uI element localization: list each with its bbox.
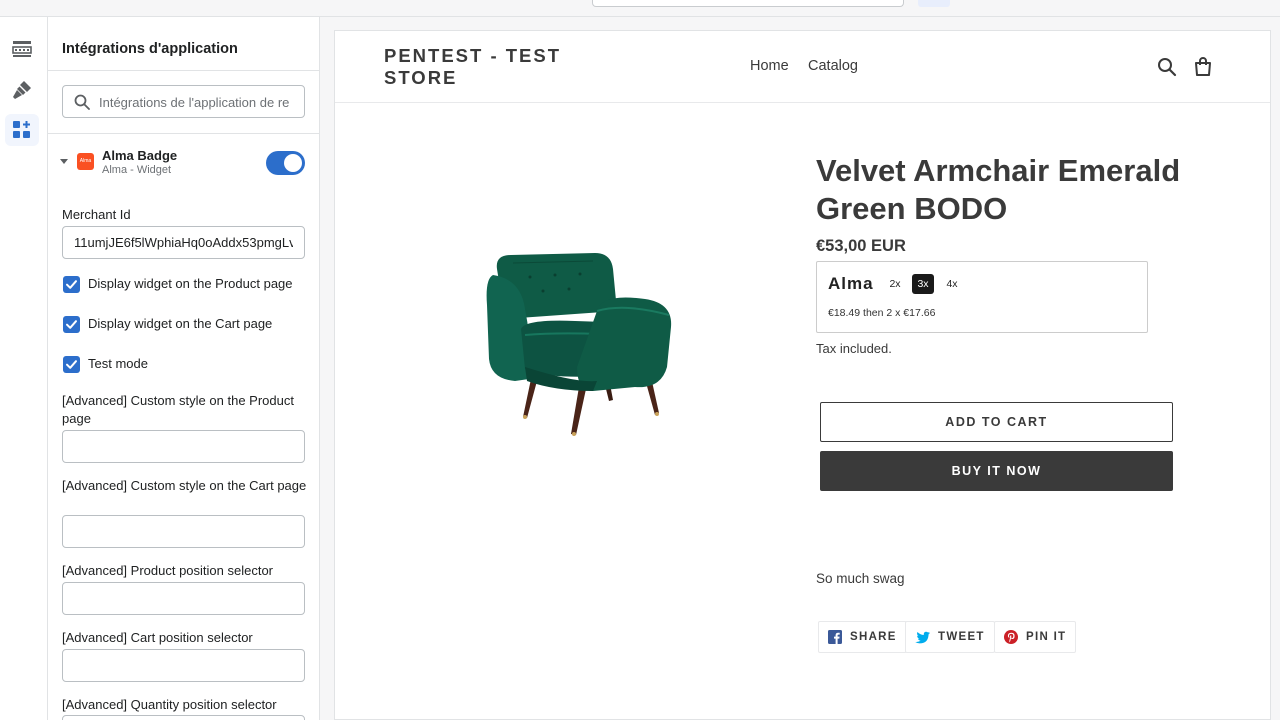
app-embeds-panel: Intégrations d'application Alma Alma Bad… xyxy=(48,17,320,720)
share-label: TWEET xyxy=(938,631,985,643)
app-name: Alma Badge xyxy=(102,148,178,163)
divider xyxy=(48,70,319,71)
share-label: PIN IT xyxy=(1026,631,1067,643)
checkbox-label: Display widget on the Product page xyxy=(88,276,293,291)
alma-plan-4x[interactable]: 4x xyxy=(941,274,963,294)
checkbox-label: Display widget on the Cart page xyxy=(88,316,273,331)
store-name[interactable]: PENTEST - TEST STORE xyxy=(384,45,574,89)
alma-plan-2x[interactable]: 2x xyxy=(884,274,906,294)
add-to-cart-button[interactable]: ADD TO CART xyxy=(820,402,1173,442)
cart-position-label: [Advanced] Cart position selector xyxy=(62,630,253,645)
store-header: PENTEST - TEST STORE Home Catalog xyxy=(335,31,1270,103)
product-image[interactable] xyxy=(485,249,685,439)
app-embed-row: Alma Alma Badge Alma - Widget xyxy=(48,145,319,185)
share-facebook-button[interactable]: SHARE xyxy=(818,621,907,653)
sections-icon xyxy=(12,41,32,57)
preview-url-box[interactable] xyxy=(592,0,904,7)
buy-now-button[interactable]: BUY IT NOW xyxy=(820,451,1173,491)
tax-note: Tax included. xyxy=(816,341,892,356)
quantity-position-field[interactable] xyxy=(62,715,305,720)
divider xyxy=(48,133,319,134)
app-search-box[interactable] xyxy=(62,85,305,118)
app-search-input[interactable] xyxy=(99,92,299,112)
rail-sections[interactable] xyxy=(5,33,39,65)
merchant-id-input[interactable] xyxy=(63,227,304,258)
checkbox[interactable] xyxy=(63,276,80,293)
product-position-field[interactable] xyxy=(62,582,305,615)
panel-title: Intégrations d'application xyxy=(62,41,238,57)
share-twitter-button[interactable]: TWEET xyxy=(905,621,995,653)
alma-logo: Alma xyxy=(828,274,874,293)
checkbox-cart-page[interactable]: Display widget on the Cart page xyxy=(62,315,312,335)
checkmark-icon xyxy=(66,360,77,369)
checkmark-icon xyxy=(66,320,77,329)
custom-style-cart-input[interactable] xyxy=(63,516,304,547)
theme-settings-icon xyxy=(13,81,31,99)
checkbox[interactable] xyxy=(63,316,80,333)
quantity-position-input[interactable] xyxy=(63,716,304,720)
custom-style-product-field[interactable] xyxy=(62,430,305,463)
product-title: Velvet Armchair Emerald Green BODO xyxy=(816,153,1181,226)
product-price: €53,00 EUR xyxy=(816,237,906,255)
checkbox[interactable] xyxy=(63,356,80,373)
toggle-knob xyxy=(284,154,302,172)
checkbox-label: Test mode xyxy=(88,356,148,371)
merchant-id-label: Merchant Id xyxy=(62,207,131,222)
store-preview: PENTEST - TEST STORE Home Catalog Velvet… xyxy=(334,30,1271,720)
alma-badge-widget[interactable]: Alma 2x 3x 4x €18.49 then 2 x €17.66 xyxy=(816,261,1148,333)
app-embeds-icon xyxy=(13,121,30,138)
quantity-position-label: [Advanced] Quantity position selector xyxy=(62,697,277,712)
alma-logo: Alma xyxy=(77,153,94,170)
product-position-input[interactable] xyxy=(63,583,304,614)
facebook-icon xyxy=(828,630,842,644)
nav-catalog-link[interactable]: Catalog xyxy=(808,58,858,74)
custom-style-product-input[interactable] xyxy=(63,431,304,462)
app-enable-toggle[interactable] xyxy=(266,151,305,175)
share-pinterest-button[interactable]: PIN IT xyxy=(994,621,1077,653)
product-position-label: [Advanced] Product position selector xyxy=(62,563,274,578)
alma-installment-text: €18.49 then 2 x €17.66 xyxy=(828,307,936,319)
nav-home-link[interactable]: Home xyxy=(750,58,789,74)
checkbox-test-mode[interactable]: Test mode xyxy=(62,355,312,375)
search-icon[interactable] xyxy=(1157,57,1177,77)
twitter-icon xyxy=(915,631,930,643)
editor-top-bar xyxy=(0,0,1280,17)
top-bar-button[interactable] xyxy=(918,0,950,7)
merchant-id-field[interactable] xyxy=(62,226,305,259)
pinterest-icon xyxy=(1004,630,1018,644)
cart-position-input[interactable] xyxy=(63,650,304,681)
product-description: So much swag xyxy=(816,571,905,586)
custom-style-cart-label: [Advanced] Custom style on the Cart page xyxy=(62,478,307,493)
share-label: SHARE xyxy=(850,631,897,643)
collapse-caret-icon[interactable] xyxy=(60,159,68,164)
checkmark-icon xyxy=(66,280,77,289)
custom-style-product-label: [Advanced] Custom style on the Product p… xyxy=(62,393,294,426)
cart-icon[interactable] xyxy=(1193,56,1213,77)
search-icon xyxy=(74,94,90,110)
custom-style-cart-field[interactable] xyxy=(62,515,305,548)
cart-position-field[interactable] xyxy=(62,649,305,682)
rail-theme-settings[interactable] xyxy=(5,74,39,106)
checkbox-product-page[interactable]: Display widget on the Product page xyxy=(62,275,312,295)
rail-app-embeds[interactable] xyxy=(5,114,39,146)
editor-icon-rail xyxy=(0,17,48,720)
app-subtitle: Alma - Widget xyxy=(102,164,172,176)
alma-plan-3x[interactable]: 3x xyxy=(912,274,934,294)
